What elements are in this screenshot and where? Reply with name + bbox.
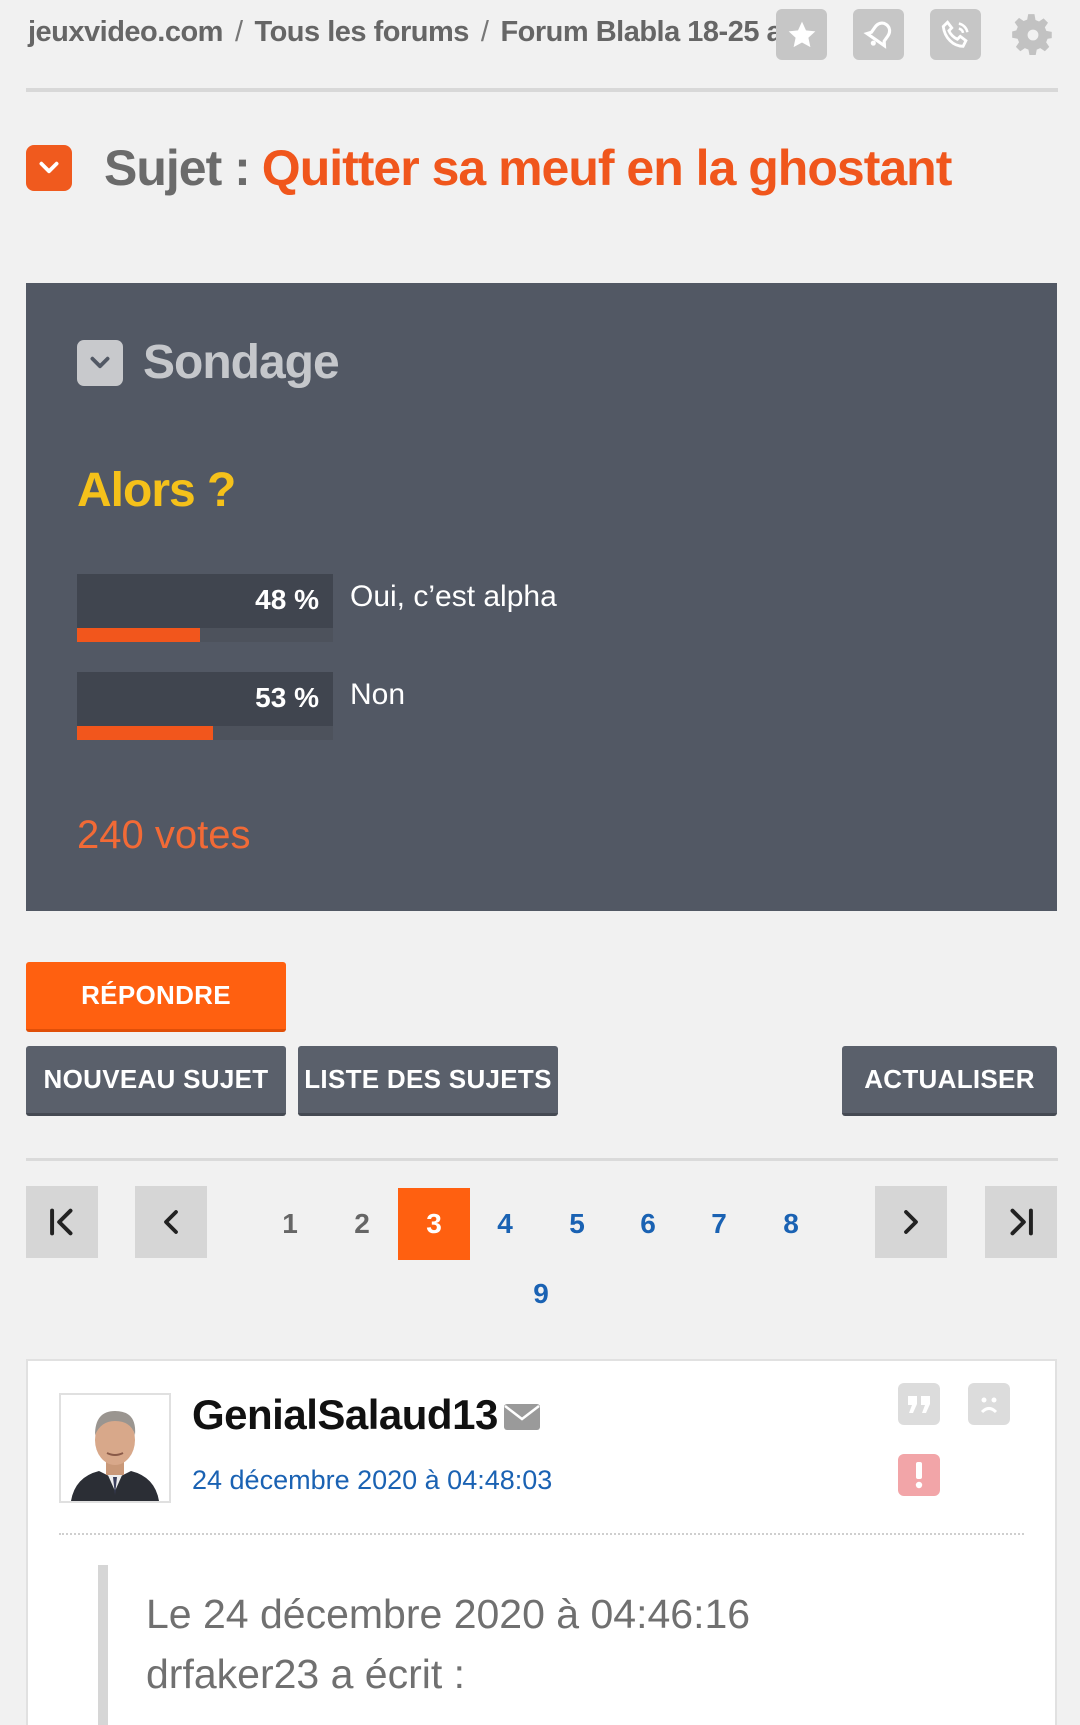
avatar[interactable] <box>59 1393 171 1503</box>
bell-icon[interactable] <box>853 9 904 60</box>
phone-icon[interactable] <box>930 9 981 60</box>
alert-icon <box>915 1462 923 1489</box>
subject-header: Sujet : Quitter sa meuf en la ghostant <box>26 138 953 198</box>
quote-button[interactable] <box>898 1383 940 1425</box>
header-icons <box>776 9 1058 60</box>
poll-collapse-toggle[interactable] <box>77 339 123 386</box>
topic-list-button[interactable]: LISTE DES SUJETS <box>298 1046 558 1116</box>
mail-icon[interactable] <box>503 1403 541 1436</box>
post-divider <box>59 1533 1024 1535</box>
subject-collapse-toggle[interactable] <box>26 145 72 191</box>
chevron-right-icon <box>904 1210 918 1234</box>
page-link[interactable]: 4 <box>469 1188 541 1260</box>
last-page-button[interactable] <box>985 1186 1057 1258</box>
chevron-left-icon <box>164 1210 178 1234</box>
breadcrumb-forums-link[interactable]: Tous les forums <box>255 16 470 48</box>
quote-header-date: Le 24 décembre 2020 à 04:46:16 <box>146 1591 751 1637</box>
avatar-photo <box>61 1395 169 1501</box>
poll-answer-row: 48 % Oui, c’est alpha <box>77 574 1017 642</box>
poll-result-bar: 53 % <box>77 672 333 740</box>
gear-icon[interactable] <box>1007 9 1058 60</box>
chevron-down-icon <box>90 356 110 368</box>
poll-answer-row: 53 % Non <box>77 672 1017 740</box>
page-link[interactable]: 2 <box>326 1188 398 1260</box>
page-link[interactable]: 5 <box>541 1188 613 1260</box>
breadcrumb-forum-link[interactable]: Forum Blabla 18-25 a... <box>500 16 805 48</box>
poll-percent: 53 % <box>255 682 319 713</box>
page-link[interactable]: 6 <box>612 1188 684 1260</box>
breadcrumb-separator: / <box>234 16 243 48</box>
quote-header-author: drfaker23 a écrit : <box>146 1651 466 1697</box>
last-page-icon <box>1010 1208 1033 1236</box>
quote-icon <box>908 1396 930 1413</box>
breadcrumb-separator: / <box>480 16 489 48</box>
quote-block: Le 24 décembre 2020 à 04:46:16 drfaker23… <box>98 1565 998 1725</box>
breadcrumb: jeuxvideo.com / Tous les forums / Forum Blab… <box>28 16 805 49</box>
subject-title: Quitter sa meuf en la ghostant <box>261 140 953 196</box>
page-link[interactable]: 8 <box>755 1188 827 1260</box>
post-date-link[interactable]: 24 décembre 2020 à 04:48:03 <box>192 1465 552 1496</box>
chevron-down-icon <box>39 161 59 174</box>
poll-question: Alors ? <box>77 464 236 517</box>
subject-label: Sujet : <box>104 140 251 196</box>
poll-progress-track <box>77 726 333 740</box>
poll-answer-label: Non <box>350 678 406 711</box>
poll-answer-label: Oui, c’est alpha <box>350 580 557 613</box>
page-link[interactable]: 7 <box>683 1188 755 1260</box>
page-link[interactable]: 9 <box>505 1258 577 1330</box>
post-author[interactable]: GenialSalaud13 <box>192 1391 498 1439</box>
top-bar: jeuxvideo.com / Tous les forums / Forum Blab… <box>26 0 1058 92</box>
sad-face-icon <box>980 1397 998 1414</box>
forum-post: GenialSalaud13 24 décembre 2020 à 04:48:… <box>26 1359 1057 1725</box>
new-topic-button[interactable]: NOUVEAU SUJET <box>26 1046 286 1116</box>
first-page-button[interactable] <box>26 1186 98 1258</box>
poll-progress-track <box>77 628 333 642</box>
reply-button[interactable]: RÉPONDRE <box>26 962 286 1032</box>
poll-progress-fill <box>77 726 213 740</box>
page-link[interactable]: 1 <box>254 1188 326 1260</box>
previous-page-button[interactable] <box>135 1186 207 1258</box>
poll-header: Sondage <box>77 335 340 390</box>
poll-panel: Sondage Alors ? 48 % Oui, c’est alpha 53… <box>26 283 1057 911</box>
poll-vote-count: 240 votes <box>77 813 251 857</box>
divider <box>26 1158 1058 1161</box>
poll-percent: 48 % <box>255 584 319 615</box>
current-page: 3 <box>398 1188 470 1260</box>
breadcrumb-home-link[interactable]: jeuxvideo.com <box>28 16 223 48</box>
first-page-icon <box>50 1208 73 1236</box>
poll-progress-fill <box>77 628 200 642</box>
report-button[interactable] <box>898 1454 940 1496</box>
star-icon[interactable] <box>776 9 827 60</box>
refresh-button[interactable]: ACTUALISER <box>842 1046 1057 1116</box>
block-user-button[interactable] <box>968 1383 1010 1425</box>
poll-result-bar: 48 % <box>77 574 333 642</box>
poll-title: Sondage <box>143 336 340 389</box>
next-page-button[interactable] <box>875 1186 947 1258</box>
